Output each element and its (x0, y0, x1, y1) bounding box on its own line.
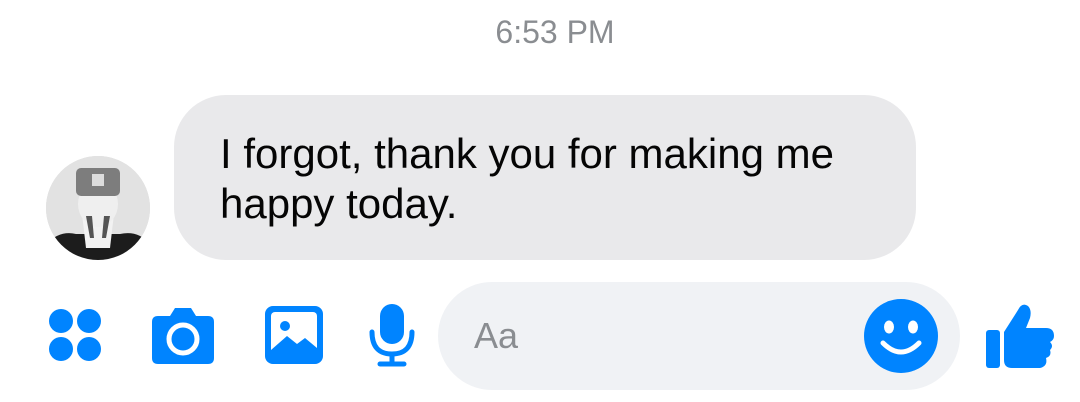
avatar-photo (46, 156, 150, 260)
message-timestamp: 6:53 PM (495, 14, 615, 50)
microphone-icon[interactable] (368, 302, 416, 368)
camera-icon[interactable] (150, 302, 216, 366)
message-input[interactable] (474, 310, 874, 362)
thumbs-up-icon[interactable] (984, 300, 1056, 372)
contact-avatar[interactable] (46, 156, 150, 260)
gallery-icon[interactable] (263, 304, 325, 366)
message-bubble[interactable]: I forgot, thank you for making me happy … (174, 95, 916, 260)
more-actions-icon[interactable] (46, 306, 104, 364)
emoji-icon[interactable] (864, 299, 938, 373)
